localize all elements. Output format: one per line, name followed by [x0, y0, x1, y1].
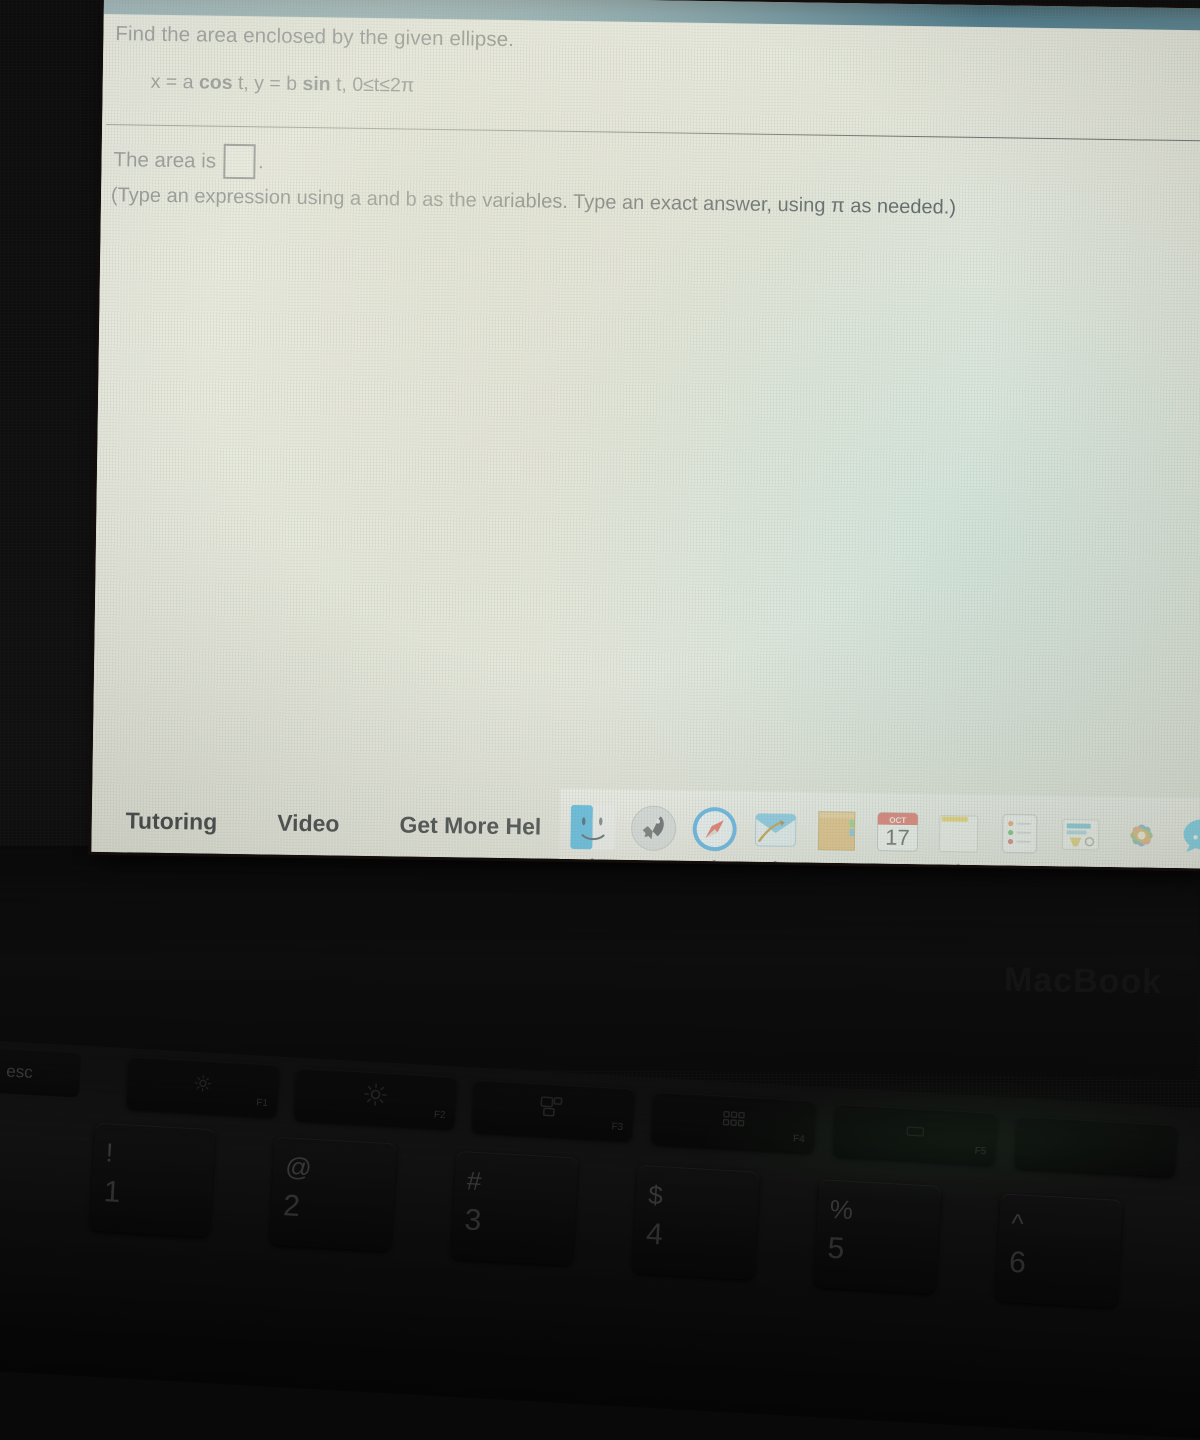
key-f1[interactable]: F1	[126, 1056, 280, 1117]
question-prompt: Find the area enclosed by the given elli…	[115, 22, 515, 52]
key-4[interactable]: $ 4	[632, 1164, 760, 1280]
key-2[interactable]: @ 2	[269, 1136, 397, 1252]
reminders-icon	[1001, 813, 1038, 853]
equation-x-a: a	[182, 71, 194, 94]
key-3[interactable]: # 3	[450, 1150, 579, 1266]
key-5-symbol: %	[829, 1193, 854, 1225]
key-2-number: 2	[282, 1189, 301, 1224]
stickies-icon	[938, 814, 979, 853]
key-f5-label: F5	[974, 1145, 987, 1158]
dock-item-launchpad[interactable]	[628, 802, 679, 853]
messages-icon	[1183, 818, 1200, 852]
tutoring-link[interactable]: Tutoring	[126, 807, 218, 835]
equation-x-cos: cos	[198, 71, 233, 94]
key-f5[interactable]: F5	[832, 1103, 998, 1165]
question-equation: x = a cos t, y = b sin t, 0≤t≤2π	[150, 70, 415, 98]
question-help-toolbar: Tutoring Video Get More Hel	[126, 807, 542, 840]
calendar-day: 17	[885, 824, 910, 849]
key-4-number: 4	[645, 1217, 664, 1252]
equation-domain: 0≤t≤2π	[352, 73, 415, 97]
key-esc[interactable]: esc	[0, 1048, 82, 1098]
keyboard-backlight-icon	[904, 1124, 927, 1142]
launchpad-grid-icon	[722, 1110, 745, 1131]
brightness-up-icon	[363, 1082, 388, 1110]
section-divider	[106, 124, 1200, 142]
equation-y-t: t,	[335, 73, 348, 96]
laptop-keyboard: esc F1 F2 F3 F4 F5 ! 1 @ 2 # 3 $ 4 % 5 ^…	[0, 1040, 1200, 1440]
laptop-screen: Find the area enclosed by the given elli…	[91, 0, 1200, 869]
answer-input[interactable]	[222, 143, 256, 180]
dock-item-notes[interactable]	[811, 805, 862, 856]
key-f4-label: F4	[792, 1133, 806, 1146]
answer-instruction: (Type an expression using a and b as the…	[110, 184, 957, 219]
key-f4[interactable]: F4	[651, 1091, 816, 1153]
key-3-number: 3	[463, 1203, 483, 1238]
key-6-symbol: ^	[1010, 1207, 1025, 1239]
video-link[interactable]: Video	[277, 810, 340, 838]
dock-item-messages[interactable]	[1177, 811, 1200, 862]
notes-icon	[817, 810, 856, 851]
equation-y-sin: sin	[302, 72, 331, 96]
photos-icon	[1130, 823, 1153, 846]
key-3-symbol: #	[466, 1165, 483, 1197]
dock-item-stickies[interactable]	[933, 807, 984, 868]
dock-item-safari[interactable]	[689, 803, 740, 864]
equation-x-t: t,	[237, 71, 249, 95]
equation-y-b: b	[286, 72, 298, 95]
key-6[interactable]: ^ 6	[995, 1193, 1123, 1308]
mail-icon	[754, 812, 797, 847]
macos-dock: OCT 17	[559, 788, 1200, 869]
key-5-number: 5	[826, 1231, 846, 1266]
homework-question-panel: Find the area enclosed by the given elli…	[91, 14, 1200, 869]
macbook-brand-label: MacBook	[1003, 960, 1163, 1002]
finder-icon	[570, 804, 615, 850]
brightness-down-icon	[193, 1074, 212, 1096]
equation-x-eq: x =	[150, 70, 178, 94]
key-1-symbol: !	[105, 1137, 114, 1168]
answer-row: The area is .	[113, 142, 264, 180]
dock-item-reminders[interactable]	[994, 808, 1045, 859]
dock-item-mail[interactable]	[750, 804, 801, 865]
dock-item-photos[interactable]	[1116, 810, 1167, 861]
equation-y-eq: y =	[254, 72, 281, 95]
key-5[interactable]: % 5	[813, 1179, 942, 1294]
screen-surface: Find the area enclosed by the given elli…	[91, 0, 1200, 869]
calendar-month: OCT	[889, 815, 906, 824]
answer-period: .	[257, 149, 264, 173]
key-f3-label: F3	[611, 1121, 624, 1134]
key-f2-label: F2	[433, 1109, 446, 1122]
contacts-icon	[1061, 818, 1100, 850]
key-f6[interactable]	[1014, 1116, 1178, 1177]
key-4-symbol: $	[647, 1179, 664, 1211]
get-more-help-link[interactable]: Get More Hel	[399, 811, 541, 840]
safari-icon	[692, 806, 737, 851]
dock-item-calendar[interactable]: OCT 17	[872, 806, 923, 857]
key-2-symbol: @	[284, 1151, 313, 1183]
key-1[interactable]: ! 1	[89, 1122, 216, 1238]
key-f3[interactable]: F3	[471, 1079, 635, 1141]
key-1-number: 1	[102, 1175, 122, 1210]
key-6-number: 6	[1008, 1245, 1027, 1280]
launchpad-icon	[631, 805, 677, 851]
key-f1-label: F1	[255, 1097, 269, 1110]
calendar-icon: OCT 17	[876, 811, 919, 852]
dock-item-finder[interactable]	[567, 801, 618, 862]
mission-control-icon	[539, 1096, 566, 1120]
key-f2[interactable]: F2	[294, 1067, 457, 1129]
dock-item-contacts[interactable]	[1055, 809, 1106, 860]
answer-label: The area is	[113, 147, 217, 173]
